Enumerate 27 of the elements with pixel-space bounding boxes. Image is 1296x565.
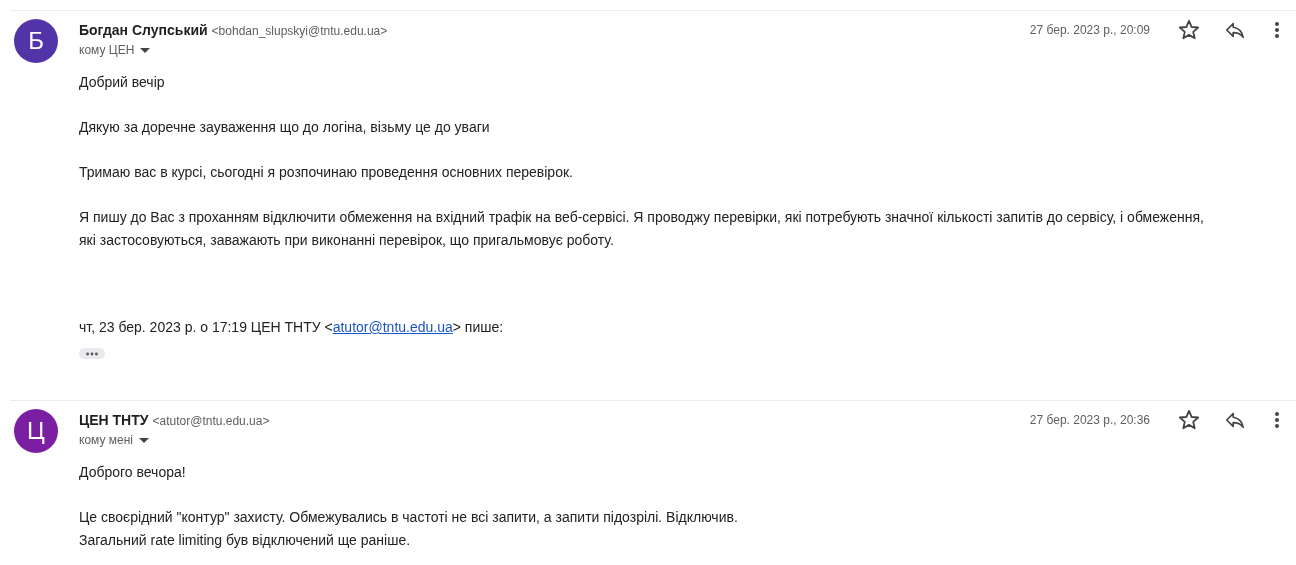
recipient-toggle[interactable]: кому мені	[79, 433, 149, 447]
caret-icon[interactable]	[140, 45, 151, 55]
ellipsis-icon[interactable]	[85, 351, 99, 356]
sender-name: Богдан Слупський	[79, 22, 208, 38]
star-icon[interactable]	[1178, 409, 1200, 431]
sender-email: <atutor@tntu.edu.ua>	[152, 414, 270, 428]
body-text: Доброго вечора!	[79, 463, 187, 482]
more-icon[interactable]	[1274, 21, 1280, 39]
sender-name: ЦЕН ТНТУ	[79, 412, 149, 428]
caret-icon[interactable]	[139, 435, 149, 445]
body-text: Дякую за доречне зауваження що до логіна, візьму це до уваги	[79, 118, 491, 137]
body-text: Добрий вечір	[79, 73, 166, 92]
show-trimmed-button[interactable]	[79, 348, 105, 359]
message-date: 27 бер. 2023 р., 20:09	[1029, 23, 1150, 37]
sender-email: <bohdan_slupskyi@tntu.edu.ua>	[211, 24, 388, 38]
body-text: Я пишу до Вас з проханням відключити обмеження на вхідний трафік на веб-сервісі. Я проводжу перевірки, які потребують значної кількості запитів до сервісу, і обмеження, які застосовуються, заважають при виконанні перевірок, що пригальмовує роботу.	[79, 208, 1205, 250]
message-date: 27 бер. 2023 р., 20:36	[1029, 413, 1150, 427]
avatar: Б	[14, 19, 58, 63]
email-link[interactable]: atutor@tntu.edu.ua	[332, 319, 453, 335]
more-icon[interactable]	[1274, 411, 1280, 429]
body-text: Це своєрідний "контур" захисту. Обмежувались в частоті не всі запити, а запити підозрілі. Відключив.	[79, 508, 739, 527]
body-text: Загальний rate limiting був відключений ще раніше.	[79, 531, 412, 550]
avatar: Ц	[14, 409, 58, 453]
quote-header: чт, 23 бер. 2023 р. о 17:19 ЦЕН ТНТУ <atutor@tntu.edu.ua> пише:	[79, 318, 505, 336]
star-icon[interactable]	[1178, 19, 1200, 41]
body-text: Тримаю вас в курсі, сьогодні я розпочинаю проведення основних перевірок.	[79, 163, 574, 182]
recipient-toggle[interactable]: кому ЦЕН	[79, 43, 151, 57]
